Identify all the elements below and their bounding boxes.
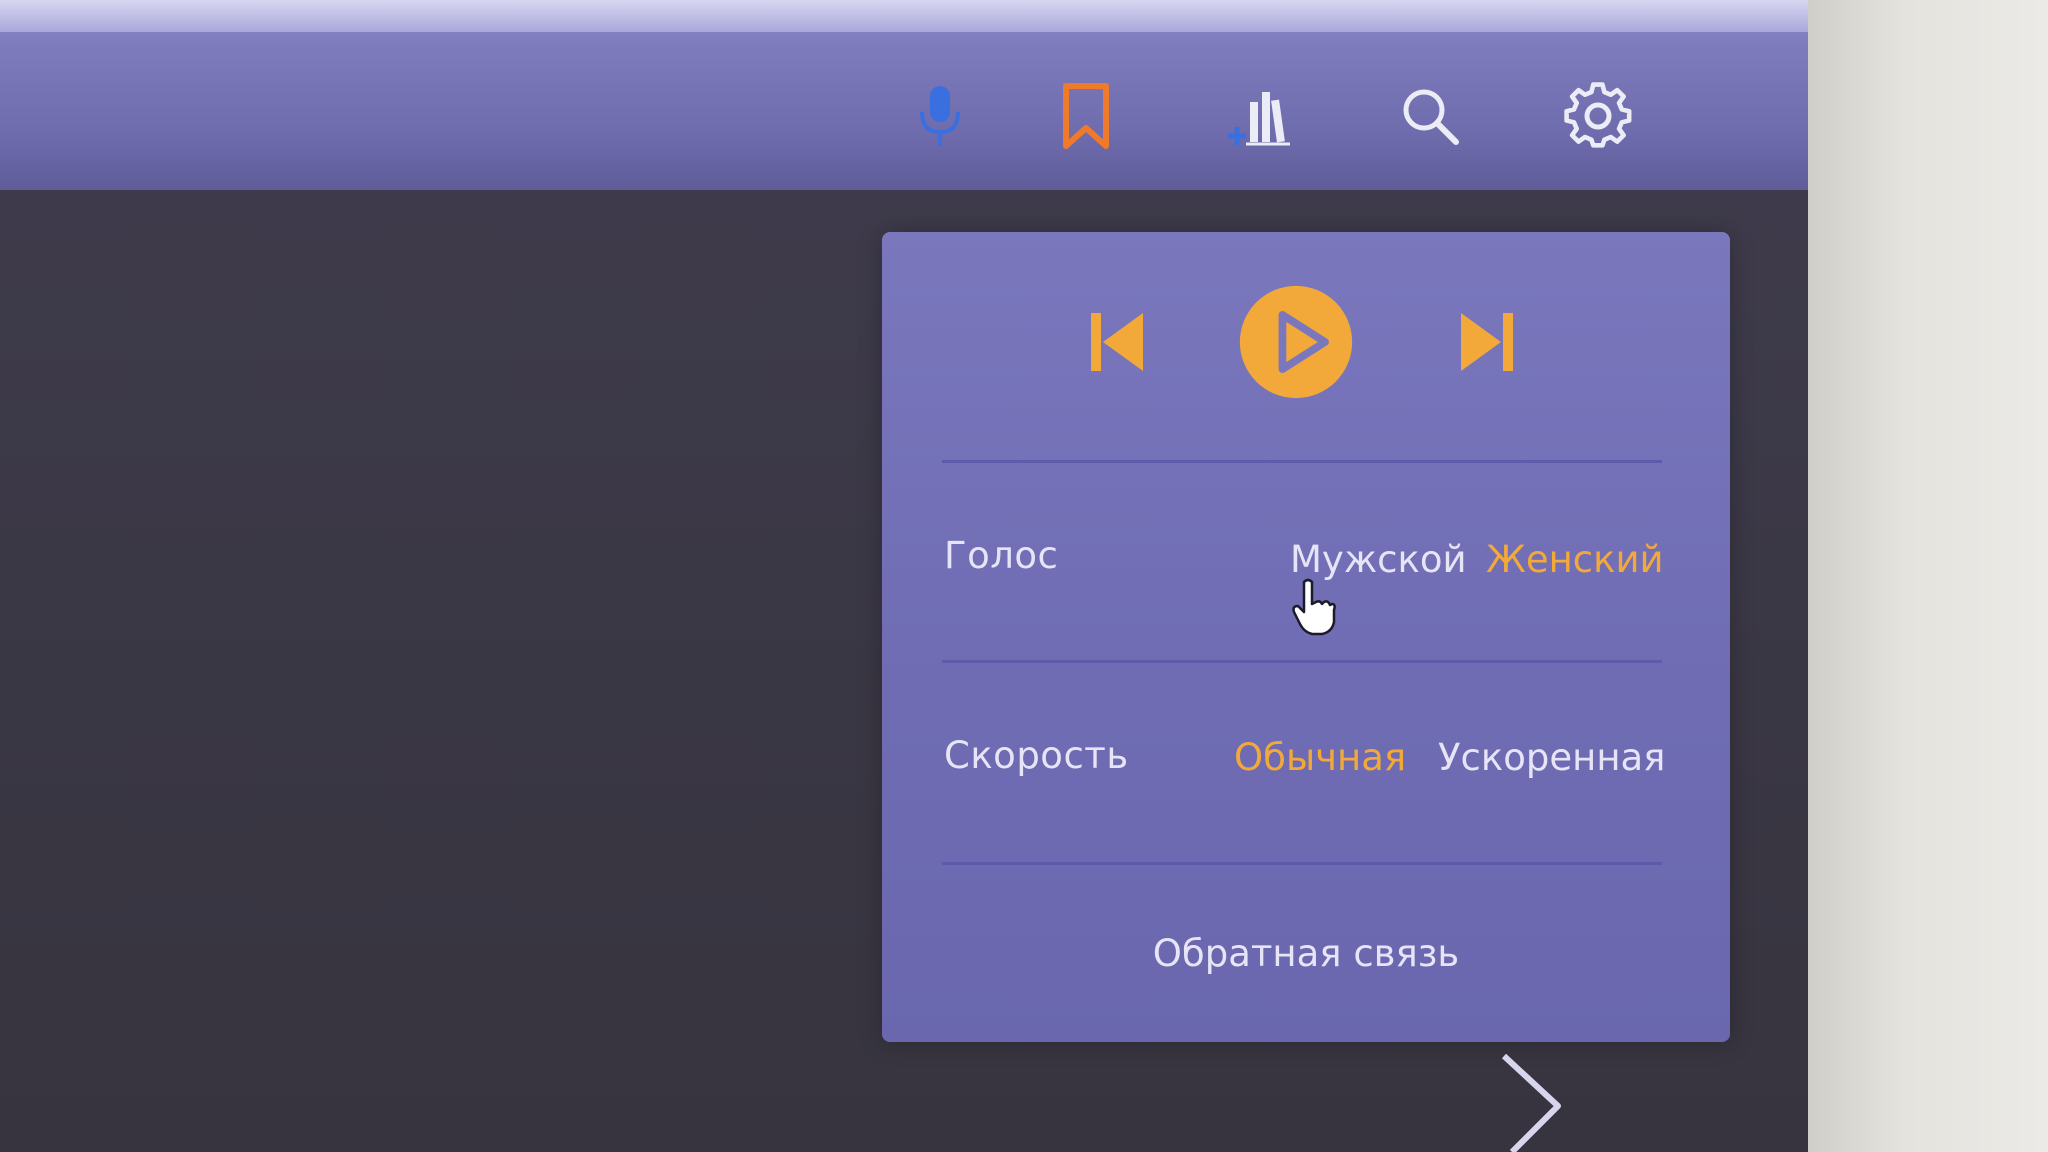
speed-option-normal[interactable]: Обычная bbox=[1234, 736, 1406, 779]
chevron-right-icon[interactable] bbox=[1496, 1050, 1566, 1152]
speed-label: Скорость bbox=[944, 734, 1129, 777]
search-icon[interactable] bbox=[1388, 74, 1472, 158]
top-toolbar bbox=[0, 0, 1808, 190]
app-screen: Голос Мужской Женский Скорость Обычная У… bbox=[0, 0, 1808, 1152]
audio-player-panel: Голос Мужской Женский Скорость Обычная У… bbox=[882, 232, 1730, 1042]
hand-cursor-icon bbox=[1292, 578, 1336, 636]
bookmark-icon[interactable] bbox=[1044, 74, 1128, 158]
gear-icon[interactable] bbox=[1556, 74, 1640, 158]
previous-track-button[interactable] bbox=[1072, 282, 1162, 402]
voice-option-male[interactable]: Мужской bbox=[1290, 538, 1467, 581]
voice-option-female[interactable]: Женский bbox=[1486, 538, 1664, 581]
voice-label: Голос bbox=[944, 534, 1059, 577]
next-track-icon bbox=[1461, 313, 1513, 371]
browser-strip bbox=[0, 0, 1808, 32]
previous-track-icon bbox=[1091, 313, 1143, 371]
feedback-link[interactable]: Обратная связь bbox=[882, 932, 1730, 975]
divider bbox=[942, 660, 1662, 663]
add-library-icon[interactable] bbox=[1218, 74, 1302, 158]
divider bbox=[942, 460, 1662, 463]
next-track-button[interactable] bbox=[1442, 282, 1532, 402]
divider bbox=[942, 862, 1662, 865]
play-button[interactable] bbox=[1234, 282, 1358, 402]
play-icon bbox=[1239, 285, 1353, 399]
speed-option-fast[interactable]: Ускоренная bbox=[1438, 736, 1665, 779]
microphone-icon[interactable] bbox=[898, 74, 982, 158]
background-wall bbox=[1808, 0, 2048, 1152]
